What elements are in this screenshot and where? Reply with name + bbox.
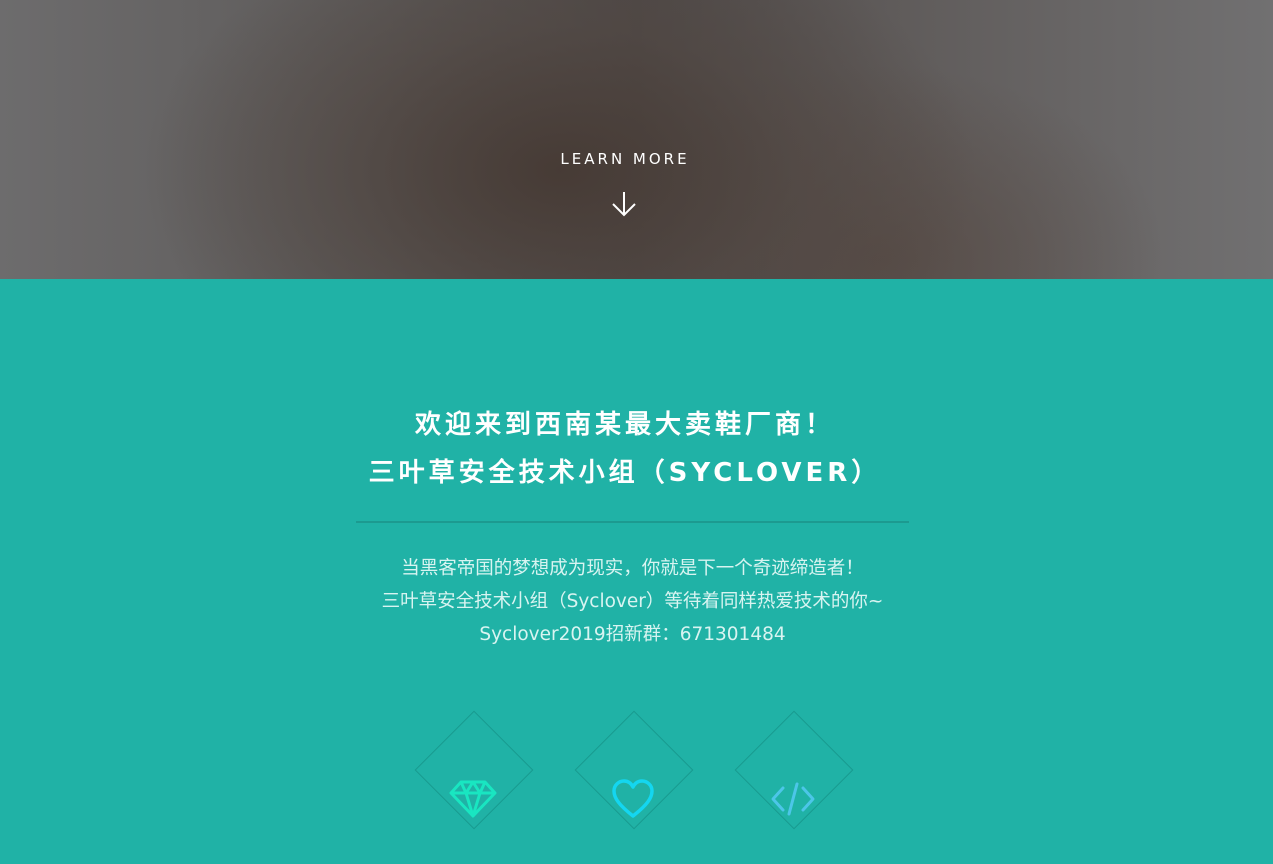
intro-section: 欢迎来到西南某最大卖鞋厂商！ 三叶草安全技术小组（SYCLOVER） 当黑客帝国… — [0, 279, 1273, 864]
feature-code — [735, 741, 851, 857]
code-icon — [771, 782, 815, 816]
intro-line-2: 三叶草安全技术小组（Syclover）等待着同样热爱技术的你~ — [381, 591, 884, 612]
learn-more-link[interactable]: LEARN MORE — [0, 150, 1250, 168]
headline-line-2: 三叶草安全技术小组（SYCLOVER） — [368, 458, 882, 488]
intro-line-3: Syclover2019招新群：671301484 — [479, 624, 786, 645]
page-headline: 欢迎来到西南某最大卖鞋厂商！ 三叶草安全技术小组（SYCLOVER） — [0, 401, 1250, 497]
feature-icons — [0, 710, 1273, 864]
heart-icon — [612, 779, 654, 818]
feature-gem — [415, 741, 531, 857]
intro-text: 当黑客帝国的梦想成为现实，你就是下一个奇迹缔造者！ 三叶草安全技术小组（Sycl… — [0, 552, 1265, 651]
diamond-gem-icon — [449, 780, 497, 818]
hero-banner: LEARN MORE — [0, 0, 1273, 279]
feature-heart — [575, 741, 691, 857]
intro-line-1: 当黑客帝国的梦想成为现实，你就是下一个奇迹缔造者！ — [401, 558, 864, 579]
section-divider — [356, 521, 909, 523]
headline-line-1: 欢迎来到西南某最大卖鞋厂商！ — [414, 410, 835, 440]
arrow-down-icon[interactable] — [611, 190, 637, 218]
